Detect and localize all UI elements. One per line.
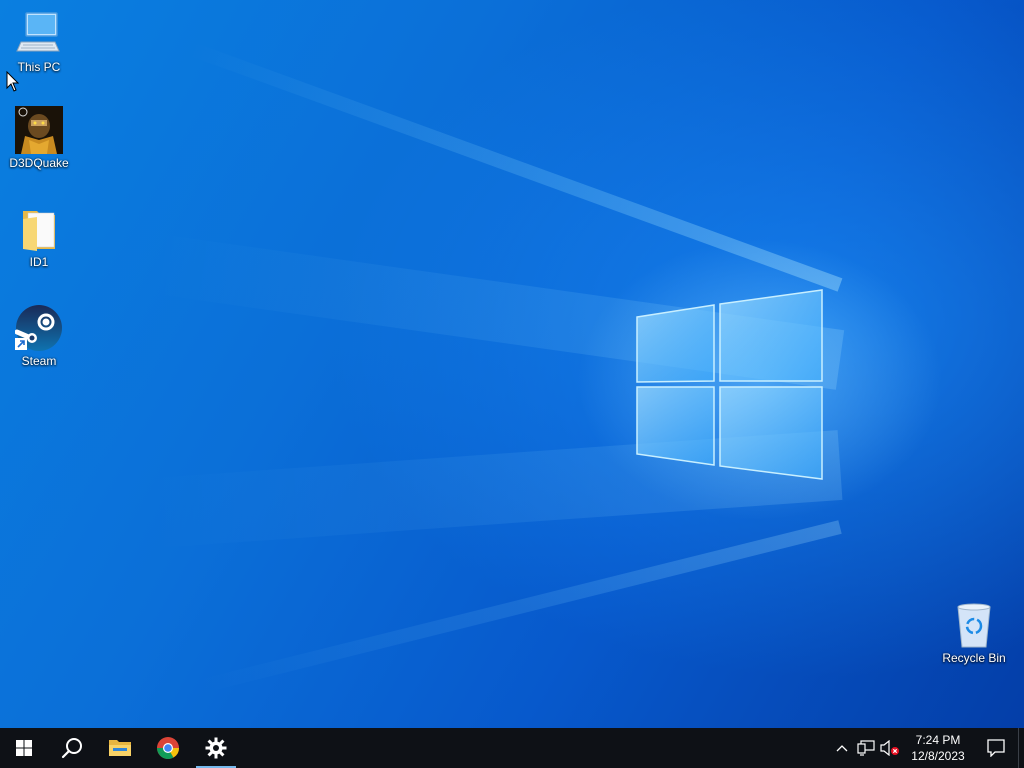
taskbar: 7:24 PM 12/8/2023	[0, 728, 1024, 768]
quake-app-icon	[15, 106, 63, 154]
network-icon	[857, 740, 875, 756]
file-explorer-button[interactable]	[96, 728, 144, 768]
desktop[interactable]: This PC D3DQuake ID1 Steam Recycle Bin	[0, 0, 1024, 728]
chrome-icon	[157, 737, 179, 759]
desktop-icon-label: Steam	[21, 354, 57, 368]
volume-muted-icon	[880, 740, 899, 756]
folder-icon	[109, 740, 131, 756]
folder-icon	[15, 205, 63, 253]
windows-logo-icon	[16, 740, 32, 756]
desktop-icon-id1[interactable]: ID1	[1, 205, 77, 269]
search-icon	[61, 738, 82, 759]
volume-button[interactable]	[878, 728, 902, 768]
network-button[interactable]	[854, 728, 878, 768]
wallpaper-beam	[189, 42, 843, 292]
show-hidden-icons-button[interactable]	[830, 728, 854, 768]
clock[interactable]: 7:24 PM 12/8/2023	[902, 728, 974, 768]
clock-date: 12/8/2023	[911, 749, 965, 763]
steam-icon	[14, 304, 63, 352]
chrome-button[interactable]	[144, 728, 192, 768]
action-center-icon	[987, 739, 1005, 757]
desktop-icon-steam[interactable]: Steam	[1, 304, 77, 368]
computer-icon	[15, 10, 63, 58]
settings-button[interactable]	[192, 728, 240, 768]
desktop-icon-recycle-bin[interactable]: Recycle Bin	[936, 601, 1012, 665]
action-center-button[interactable]	[974, 728, 1018, 768]
desktop-icon-label: ID1	[29, 255, 49, 269]
chevron-up-icon	[836, 745, 848, 752]
clock-time: 7:24 PM	[915, 733, 961, 747]
desktop-icon-label: This PC	[17, 60, 61, 74]
show-desktop-button[interactable]	[1018, 728, 1024, 768]
wallpaper-windows-logo	[636, 289, 823, 480]
desktop-icon-d3dquake[interactable]: D3DQuake	[1, 106, 77, 170]
desktop-icon-label: Recycle Bin	[942, 651, 1006, 665]
wallpaper-beam	[197, 520, 842, 694]
search-button[interactable]	[48, 728, 96, 768]
start-button[interactable]	[0, 728, 48, 768]
system-tray: 7:24 PM 12/8/2023	[830, 728, 1024, 768]
gear-icon	[205, 737, 227, 759]
recycle-bin-icon	[950, 601, 998, 649]
desktop-icon-label: D3DQuake	[9, 156, 69, 170]
mouse-cursor-icon	[6, 71, 20, 92]
desktop-icon-this-pc[interactable]: This PC	[1, 10, 77, 74]
